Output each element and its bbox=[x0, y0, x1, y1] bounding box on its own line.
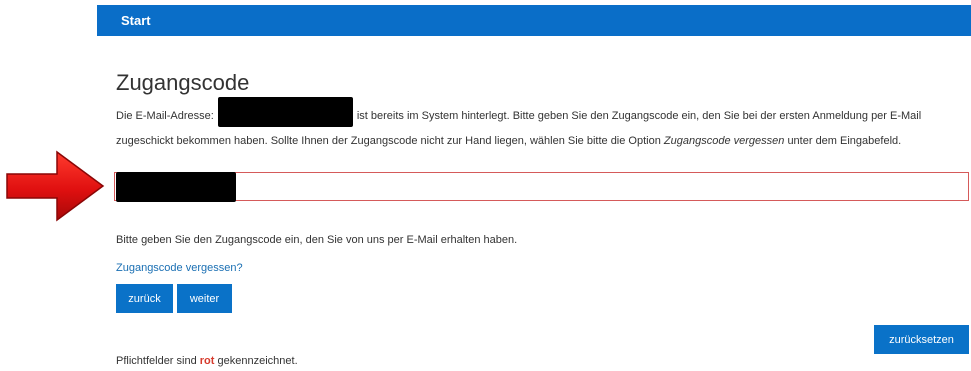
next-button[interactable]: weiter bbox=[177, 284, 232, 313]
hint-text: Bitte geben Sie den Zugangscode ein, den… bbox=[116, 234, 518, 246]
redacted-code-value bbox=[116, 172, 236, 202]
footnote-after: gekennzeichnet. bbox=[217, 355, 298, 367]
description-text: Die E-Mail-Adresse: ist bereits im System… bbox=[116, 97, 961, 154]
back-button[interactable]: zurück bbox=[116, 284, 173, 313]
nav-start-link[interactable]: Start bbox=[121, 13, 151, 28]
page-title: Zugangscode bbox=[116, 70, 250, 95]
desc-part1: Die E-Mail-Adresse: bbox=[116, 110, 214, 122]
required-fields-note: Pflichtfelder sind rot gekennzeichnet. bbox=[116, 355, 298, 367]
reset-button[interactable]: zurücksetzen bbox=[874, 325, 969, 354]
forgot-code-link[interactable]: Zugangscode vergessen? bbox=[116, 262, 243, 274]
redacted-email bbox=[217, 97, 353, 128]
red-arrow-icon bbox=[6, 150, 105, 222]
footnote-before: Pflichtfelder sind bbox=[116, 355, 197, 367]
page: Start Zugangscode Die E-Mail-Adresse: ist… bbox=[0, 0, 971, 371]
footnote-red-word: rot bbox=[199, 355, 215, 367]
desc-option-name: Zugangscode vergessen bbox=[663, 135, 785, 147]
top-nav-bar: Start bbox=[97, 5, 971, 36]
access-code-field[interactable] bbox=[114, 172, 969, 202]
desc-part3: unter dem Eingabefeld. bbox=[787, 135, 902, 147]
